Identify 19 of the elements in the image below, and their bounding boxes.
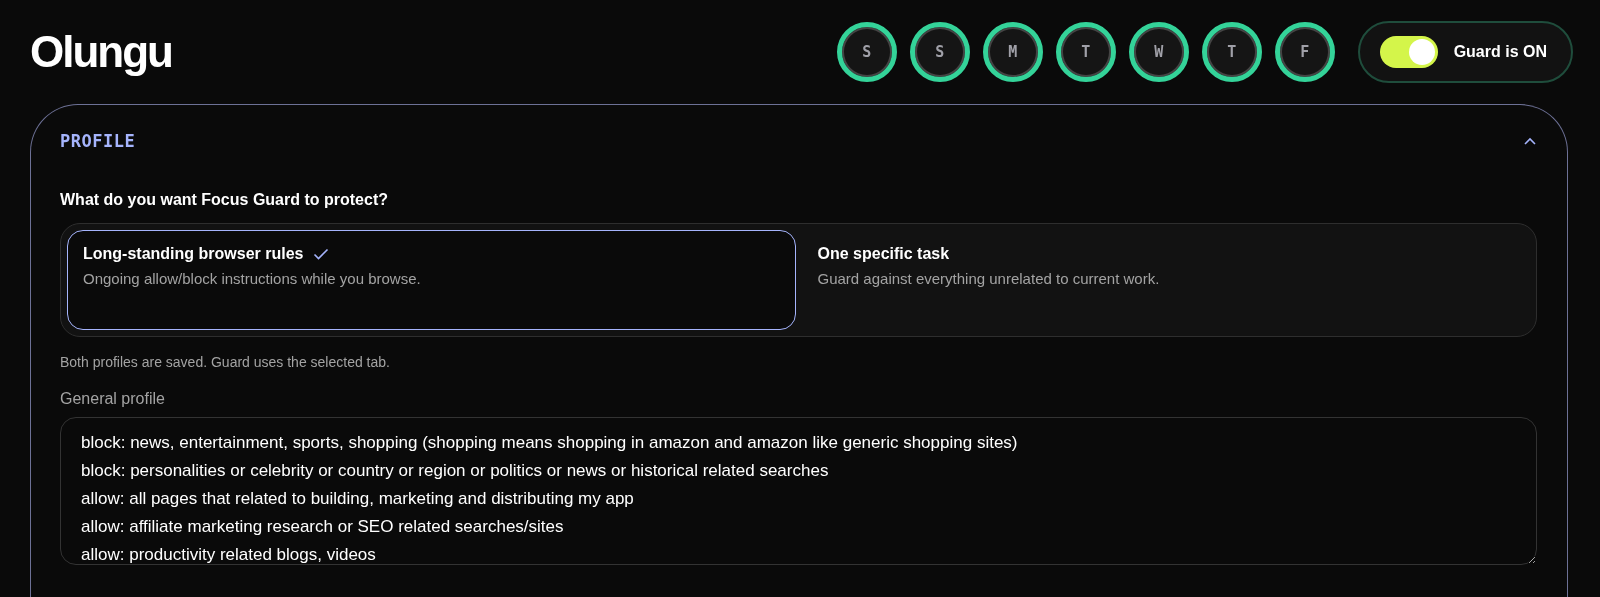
profile-text-field[interactable]: block: news, entertainment, sports, shopping (shopping means shopping in amazon and amazon like generic shopping sites) block: personalities or celebrity or country or region or politics or news or historical related searches allow: all pages that related to building, marketing and distributing my app allow: affiliate marketing research or SEO related searches/sites allow: productivity related blogs, videos — [60, 417, 1537, 565]
app-logo: Olungu — [30, 27, 172, 77]
day-toggle[interactable]: T — [1055, 22, 1116, 82]
section-title: PROFILE — [60, 131, 136, 151]
check-icon — [313, 248, 330, 260]
day-toggle[interactable]: F — [1274, 22, 1335, 82]
guard-status: Guard is ON — [1453, 43, 1547, 61]
day-toggle[interactable]: M — [982, 22, 1043, 82]
profile-tab[interactable]: One specific task Guard against everything unrelated to current work. — [801, 230, 1530, 330]
day-toggle[interactable]: S — [836, 22, 897, 82]
guard-switch[interactable] — [1379, 36, 1438, 68]
day-toggle[interactable]: W — [1128, 22, 1189, 82]
chevron-up-icon[interactable] — [1523, 136, 1537, 146]
profile-tab[interactable]: Long-standing browser rules Ongoing allow/block instructions while you browse. — [67, 230, 796, 330]
day-toggle[interactable]: S — [909, 22, 970, 82]
helper-text: Both profiles are saved. Guard uses the selected tab. — [60, 354, 391, 370]
day-toggle[interactable]: T — [1201, 22, 1262, 82]
question-label: What do you want Focus Guard to protect? — [60, 191, 389, 209]
field-label: General profile — [60, 390, 166, 408]
